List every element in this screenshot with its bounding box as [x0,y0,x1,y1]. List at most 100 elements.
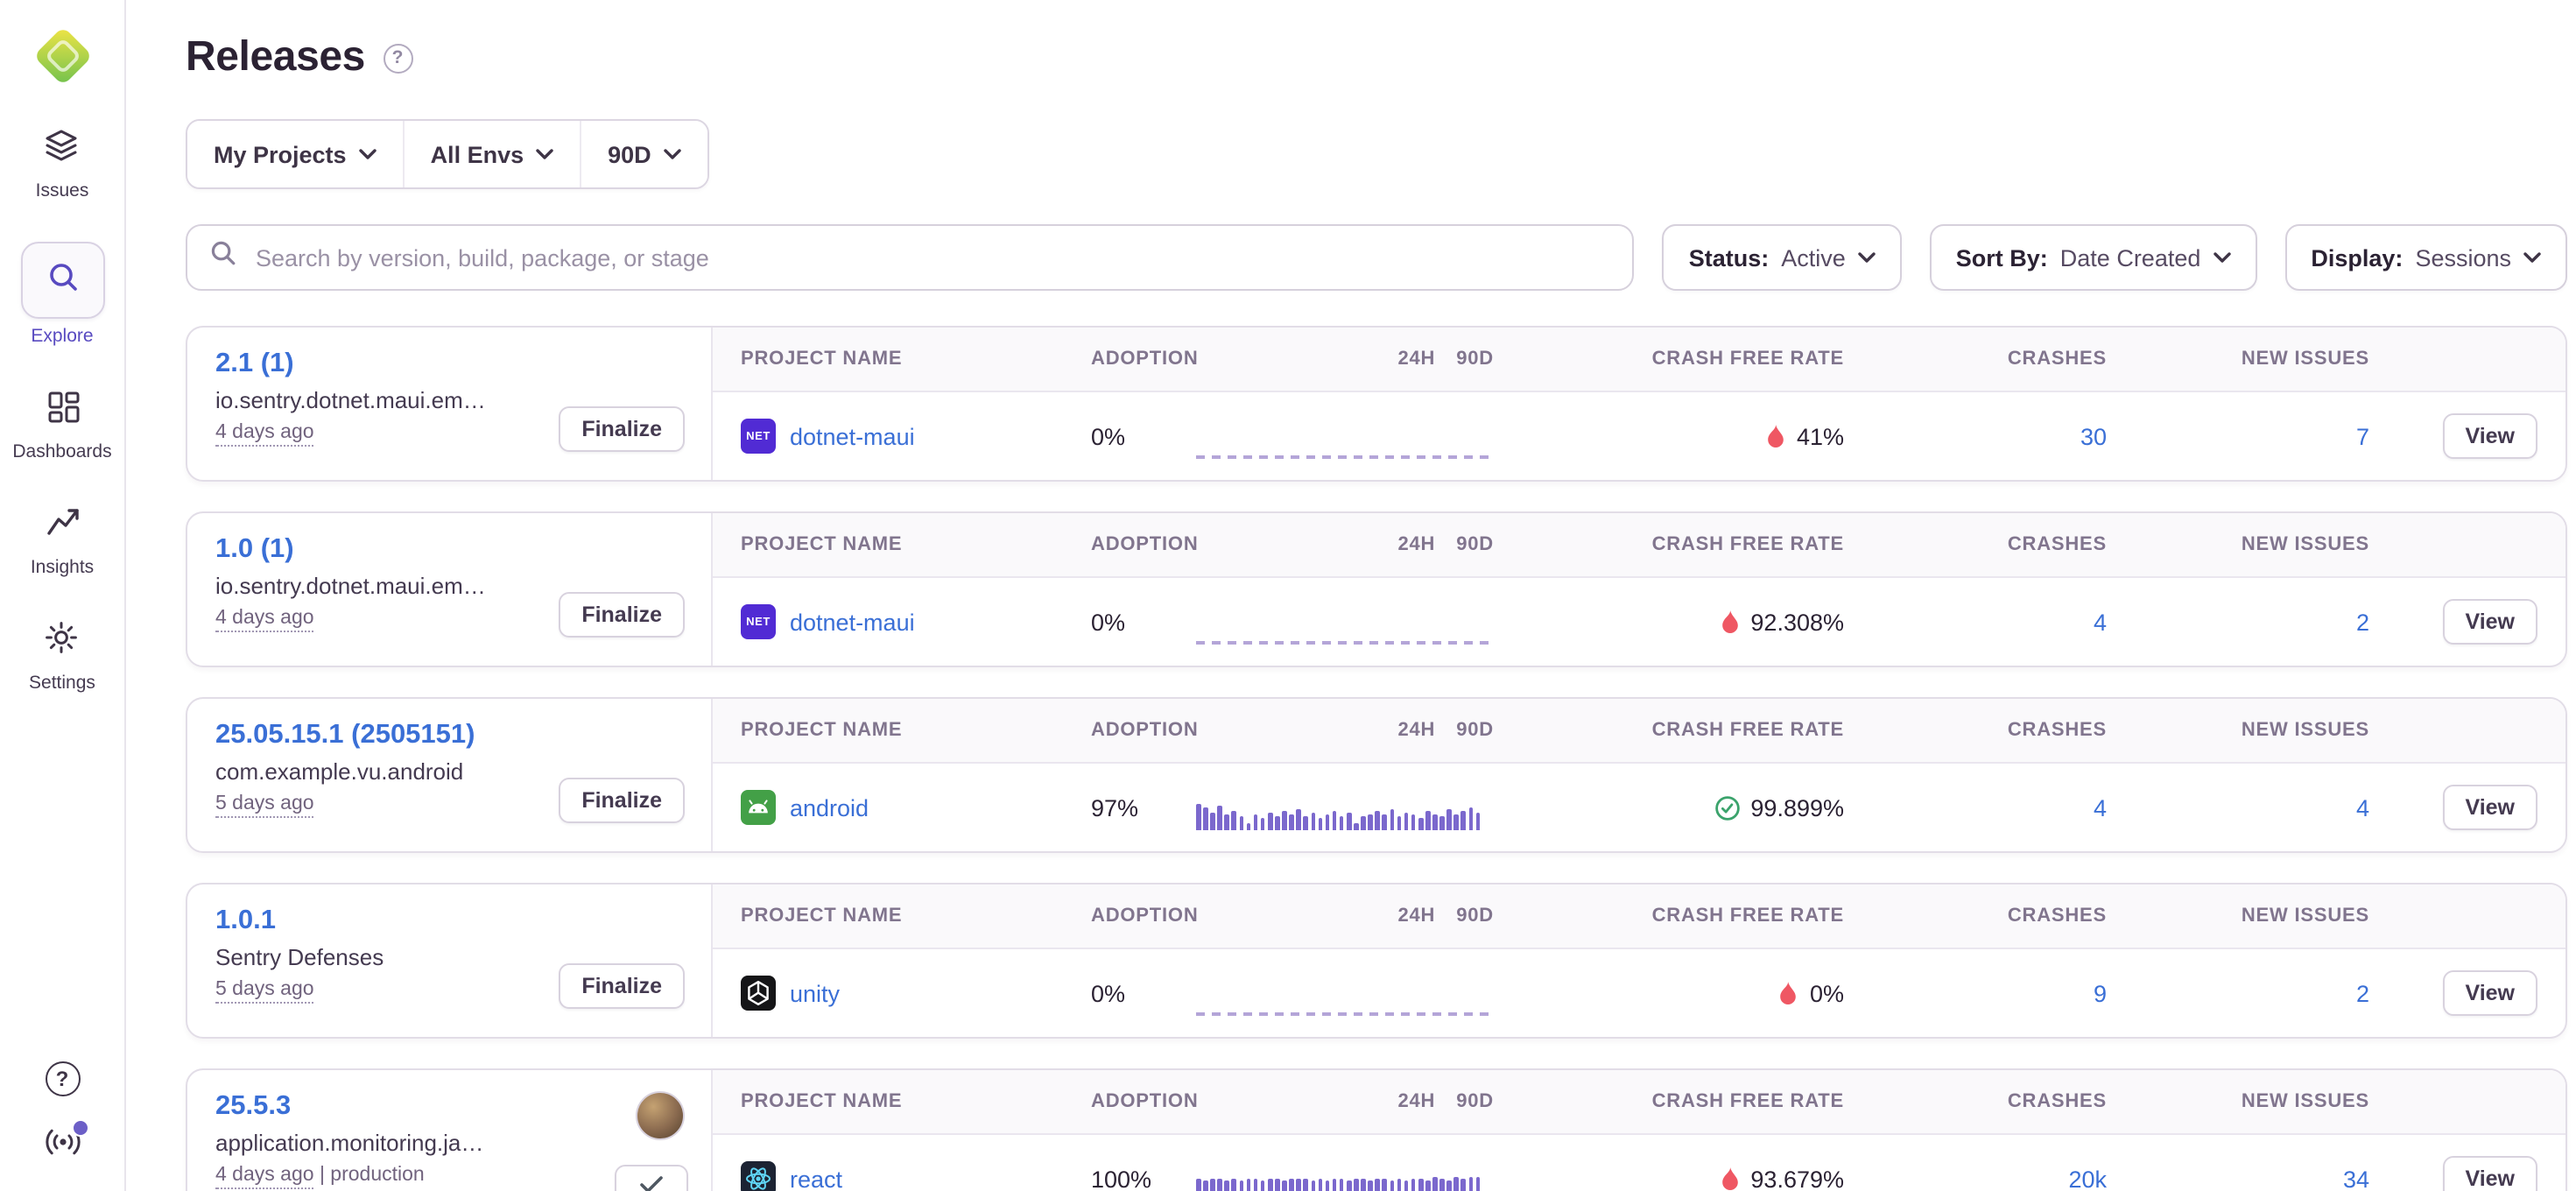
environments-filter-dropdown[interactable]: All Envs [403,121,581,187]
crashes-cell: 9 [1844,980,2107,1006]
sentry-org-logo[interactable] [27,21,97,91]
sort-by-label: Sort By: [1956,244,2048,271]
new-issues-link[interactable]: 7 [2356,423,2369,449]
crash-free-cell: 0% [1494,980,1844,1006]
column-header-crash-free-rate: CRASH FREE RATE [1494,1091,1844,1112]
release-meta: 1.0 (1) io.sentry.dotnet.maui.em… 4 days… [187,513,713,666]
finalize-button[interactable]: Finalize [559,592,685,638]
sidebar-item-explore[interactable]: Explore [20,242,104,347]
finalize-button[interactable]: Finalize [559,406,685,452]
crash-fire-icon [1719,1166,1740,1191]
project-cell: NET unity [741,976,1091,1011]
date-range-filter-dropdown[interactable]: 90D [580,121,707,187]
chevron-down-icon [2213,252,2230,263]
column-header-new-issues: NEW ISSUES [2107,906,2369,927]
finalize-button[interactable]: Finalize [559,963,685,1009]
sidebar: Issues Explore [0,0,126,1191]
display-value: Sessions [2415,244,2511,271]
release-timestamp: 4 days ago [215,1165,314,1189]
new-issues-link[interactable]: 34 [2343,1166,2369,1191]
release-table-header: PROJECT NAME ADOPTION 24H 90D CRASH FREE… [713,1070,2565,1135]
adoption-chart [1196,1012,1494,1016]
sort-by-dropdown[interactable]: Sort By: Date Created [1930,224,2257,291]
search-explore-icon [45,258,80,302]
release-version-link[interactable]: 25.05.15.1 (2505151) [215,720,475,751]
sidebar-item-dashboards[interactable]: Dashboards [12,387,111,462]
release-version-link[interactable]: 1.0.1 [215,906,276,937]
new-issues-link[interactable]: 2 [2356,609,2369,635]
project-link[interactable]: android [790,794,869,821]
project-link[interactable]: dotnet-maui [790,609,915,635]
sidebar-item-settings[interactable]: Settings [29,618,95,694]
sidebar-item-label: Explore [31,326,93,347]
sidebar-item-insights[interactable]: Insights [31,503,94,578]
column-header-crashes: CRASHES [1844,1091,2107,1112]
view-cell: View [2369,599,2537,645]
sidebar-item-issues[interactable]: Issues [36,126,89,201]
projects-filter-dropdown[interactable]: My Projects [187,121,403,187]
adoption-chart-cell [1196,764,1494,851]
gear-icon [43,618,81,666]
crash-fire-icon [1765,424,1786,448]
crashes-cell: 4 [1844,609,2107,635]
view-button[interactable]: View [2442,413,2537,459]
explore-active-box [20,242,104,319]
display-label: Display: [2311,244,2403,271]
adoption-value: 97% [1091,794,1196,821]
release-owner-avatar [636,1091,685,1140]
release-package: Sentry Defenses [215,944,527,970]
view-button[interactable]: View [2442,599,2537,645]
crashes-link[interactable]: 4 [2094,609,2107,635]
crashes-link[interactable]: 9 [2094,980,2107,1006]
column-header-project-name: PROJECT NAME [741,1091,1091,1112]
column-header-90d: 90D [1456,906,1494,927]
search-input[interactable] [252,243,1610,272]
project-link[interactable]: react [790,1166,842,1191]
chevron-down-icon [1858,252,1876,263]
status-dropdown[interactable]: Status: Active [1663,224,1902,291]
help-icon[interactable]: ? [45,1061,80,1096]
notification-dot [71,1119,88,1137]
release-meta: 2.1 (1) io.sentry.dotnet.maui.em… 4 days… [187,328,713,480]
crash-free-value: 41% [1797,423,1844,449]
release-version-link[interactable]: 2.1 (1) [215,349,294,380]
project-link[interactable]: dotnet-maui [790,423,915,449]
column-header-new-issues: NEW ISSUES [2107,1091,2369,1112]
crashes-link[interactable]: 30 [2080,423,2107,449]
resolved-check-button[interactable] [615,1165,688,1191]
new-issues-cell: 4 [2107,794,2369,821]
column-header-crashes: CRASHES [1844,906,2107,927]
release-package: com.example.vu.android [215,758,527,785]
column-header-chart-range: 24H 90D [1196,906,1494,927]
releases-help-icon[interactable]: ? [383,43,412,73]
crash-free-value: 93.679% [1750,1166,1844,1191]
project-cell: NET android [741,790,1091,825]
new-issues-link[interactable]: 2 [2356,980,2369,1006]
release-version-link[interactable]: 1.0 (1) [215,534,294,566]
whats-new-broadcast-icon[interactable] [41,1123,83,1170]
crash-free-value: 99.899% [1750,794,1844,821]
finalize-button[interactable]: Finalize [559,778,685,823]
sidebar-item-label: Settings [29,673,95,694]
column-header-crash-free-rate: CRASH FREE RATE [1494,720,1844,741]
display-dropdown[interactable]: Display: Sessions [2284,224,2567,291]
project-link[interactable]: unity [790,980,840,1006]
main-content: Releases ? My Projects All Envs 90D [126,0,2576,1191]
column-header-90d: 90D [1456,349,1494,370]
column-header-chart-range: 24H 90D [1196,349,1494,370]
crash-free-cell: 99.899% [1494,794,1844,821]
release-table-row: NET dotnet-maui 0% [713,392,2565,480]
view-button[interactable]: View [2442,1156,2537,1191]
project-cell: NET dotnet-maui [741,604,1091,639]
release-meta: 1.0.1 Sentry Defenses 5 days ago Finaliz… [187,884,713,1037]
react-platform-icon [741,1161,776,1191]
crashes-link[interactable]: 20k [2068,1166,2107,1191]
release-version-link[interactable]: 25.5.3 [215,1091,291,1123]
crashes-cell: 20k [1844,1166,2107,1191]
crashes-link[interactable]: 4 [2094,794,2107,821]
view-button[interactable]: View [2442,785,2537,830]
view-button[interactable]: View [2442,970,2537,1016]
new-issues-link[interactable]: 4 [2356,794,2369,821]
chevron-down-icon [536,149,553,159]
adoption-value: 0% [1091,423,1196,449]
